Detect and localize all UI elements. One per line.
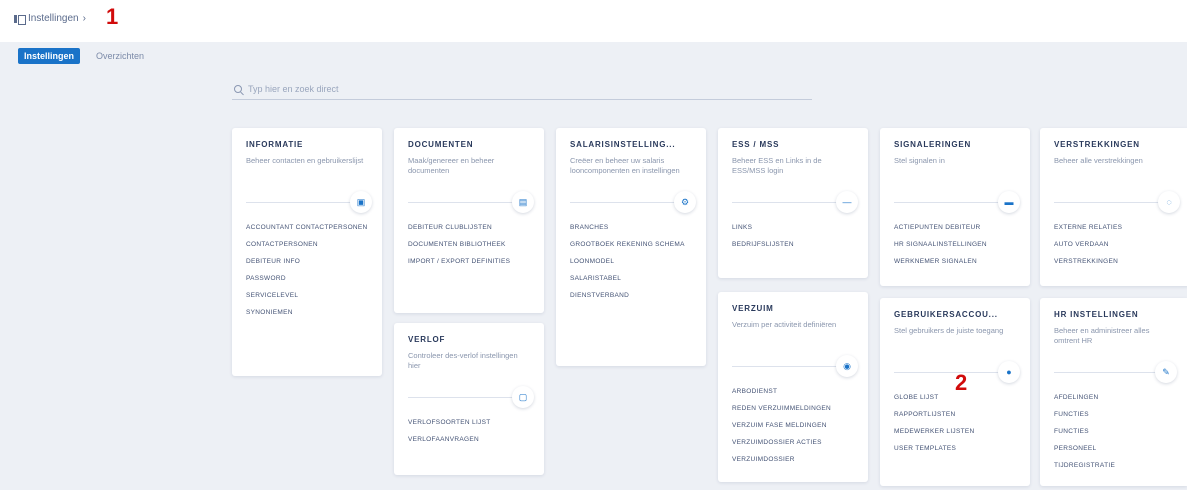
- card-description: Stel signalen in: [894, 156, 945, 165]
- card-links: AFDELINGEN FUNCTIES FUNCTIES PERSONEEL T…: [1054, 394, 1173, 470]
- card-link[interactable]: AFDELINGEN: [1054, 394, 1173, 402]
- card-link[interactable]: VERZUIM FASE MELDINGEN: [732, 422, 854, 430]
- gear-icon: ⚙: [674, 191, 696, 213]
- tab-instellingen[interactable]: Instellingen: [18, 48, 81, 64]
- card-ess-mss[interactable]: ESS / MSS Beheer ESS en Links in de ESS/…: [718, 128, 868, 278]
- card-link[interactable]: SALARISTABEL: [570, 275, 692, 283]
- card-verstrekkingen[interactable]: VERSTREKKINGEN Beheer alle verstrekkinge…: [1040, 128, 1187, 286]
- minus-icon: —: [836, 191, 858, 213]
- card-link[interactable]: MEDEWERKER LIJSTEN: [894, 428, 1016, 436]
- user-icon: ●: [998, 361, 1020, 383]
- tab-bar: Instellingen Overzichten: [0, 42, 1187, 70]
- card-link[interactable]: EXTERNE RELATIES: [1054, 224, 1176, 232]
- calendar-icon: ▢: [512, 386, 534, 408]
- card-link[interactable]: VERLOFSOORTEN LIJST: [408, 419, 530, 427]
- card-links: EXTERNE RELATIES AUTO VERDAAN VERSTREKKI…: [1054, 224, 1176, 266]
- book-icon: [14, 14, 26, 25]
- card-link[interactable]: ARBODIENST: [732, 388, 854, 396]
- chevron-down-icon[interactable]: ›: [83, 13, 86, 24]
- card-description: Verzuim per activiteit definiëren: [732, 320, 837, 329]
- card-title: VERZUIM: [732, 304, 774, 313]
- card-link[interactable]: WERKNEMER SIGNALEN: [894, 258, 1016, 266]
- card-link[interactable]: DEBITEUR INFO: [246, 258, 368, 266]
- card-informatie[interactable]: INFORMATIE Beheer contacten en gebruiker…: [232, 128, 382, 376]
- card-links: ARBODIENST REDEN VERZUIMMELDINGEN VERZUI…: [732, 388, 854, 464]
- card-description: Beheer en administreer alles omtrent HR: [1054, 326, 1150, 345]
- card-links: VERLOFSOORTEN LIJST VERLOFAANVRAGEN: [408, 419, 530, 444]
- card-links: ACTIEPUNTEN DEBITEUR HR SIGNAALINSTELLIN…: [894, 224, 1016, 266]
- card-link[interactable]: TIJDREGISTRATIE: [1054, 462, 1173, 470]
- breadcrumb-label[interactable]: Instellingen: [28, 13, 79, 24]
- card-link[interactable]: CONTACTPERSONEN: [246, 241, 368, 249]
- annotation-number-2: 2: [955, 370, 968, 395]
- card-link[interactable]: VERZUIMDOSSIER ACTIES: [732, 439, 854, 447]
- card-signaleringen[interactable]: SIGNALERINGEN Stel signalen in ▬ ACTIEPU…: [880, 128, 1030, 286]
- card-description: Stel gebruikers de juiste toegang: [894, 326, 1004, 335]
- card-link[interactable]: LINKS: [732, 224, 854, 232]
- card-links: BRANCHES GROOTBOEK REKENING SCHEMA LOONM…: [570, 224, 692, 300]
- card-links: LINKS BEDRIJFSLIJSTEN: [732, 224, 854, 249]
- card-links: GLOBE LIJST RAPPORTLIJSTEN MEDEWERKER LI…: [894, 394, 1016, 453]
- document-icon: ▤: [512, 191, 534, 213]
- card-verlof[interactable]: VERLOF Controleer des-verlof instellinge…: [394, 323, 544, 475]
- annotation-number-1: 1: [106, 4, 119, 29]
- card-link[interactable]: FUNCTIES: [1054, 411, 1173, 419]
- card-description: Maak/genereer en beheer documenten: [408, 156, 495, 175]
- eye-icon: ◉: [836, 355, 858, 377]
- card-documenten[interactable]: DOCUMENTEN Maak/genereer en beheer docum…: [394, 128, 544, 313]
- card-description: Beheer ESS en Links in de ESS/MSS login: [732, 156, 822, 175]
- card-hr-instellingen[interactable]: HR INSTELLINGEN Beheer en administreer a…: [1040, 298, 1187, 486]
- card-links: DEBITEUR CLUBLIJSTEN DOCUMENTEN BIBLIOTH…: [408, 224, 530, 266]
- card-title: ESS / MSS: [732, 140, 780, 149]
- card-link[interactable]: PASSWORD: [246, 275, 368, 283]
- card-title: SIGNALERINGEN: [894, 140, 972, 149]
- card-link[interactable]: BRANCHES: [570, 224, 692, 232]
- tab-overzichten[interactable]: Overzichten: [90, 48, 150, 64]
- card-link[interactable]: LOONMODEL: [570, 258, 692, 266]
- id-card-icon: ▣: [350, 191, 372, 213]
- card-links: ACCOUNTANT CONTACTPERSONEN CONTACTPERSON…: [246, 224, 368, 317]
- card-link[interactable]: DOCUMENTEN BIBLIOTHEEK: [408, 241, 530, 249]
- card-description: Creëer en beheer uw salaris looncomponen…: [570, 156, 680, 175]
- card-link[interactable]: SERVICELEVEL: [246, 292, 368, 300]
- card-link[interactable]: HR SIGNAALINSTELLINGEN: [894, 241, 1016, 249]
- card-salarisinstellingen[interactable]: SALARISINSTELLING... Creëer en beheer uw…: [556, 128, 706, 366]
- card-title: SALARISINSTELLING...: [570, 140, 676, 149]
- card-link[interactable]: FUNCTIES: [1054, 428, 1173, 436]
- card-link[interactable]: PERSONEEL: [1054, 445, 1173, 453]
- card-title: DOCUMENTEN: [408, 140, 474, 149]
- card-title: GEBRUIKERSACCOU...: [894, 310, 998, 319]
- card-title: VERSTREKKINGEN: [1054, 140, 1140, 149]
- card-title: INFORMATIE: [246, 140, 304, 149]
- card-description: Controleer des-verlof instellingen hier: [408, 351, 518, 370]
- car-icon: ▬: [998, 191, 1020, 213]
- card-description: Beheer alle verstrekkingen: [1054, 156, 1143, 165]
- card-verzuim[interactable]: VERZUIM Verzuim per activiteit definiëre…: [718, 292, 868, 482]
- search-input[interactable]: [248, 83, 748, 94]
- card-title: VERLOF: [408, 335, 446, 344]
- card-link[interactable]: REDEN VERZUIMMELDINGEN: [732, 405, 854, 413]
- card-link[interactable]: VERZUIMDOSSIER: [732, 456, 854, 464]
- card-link[interactable]: BEDRIJFSLIJSTEN: [732, 241, 854, 249]
- card-link[interactable]: SYNONIEMEN: [246, 309, 368, 317]
- card-link[interactable]: IMPORT / EXPORT DEFINITIES: [408, 258, 530, 266]
- search-bar: [232, 78, 812, 100]
- card-link[interactable]: RAPPORTLIJSTEN: [894, 411, 1016, 419]
- card-link[interactable]: GROOTBOEK REKENING SCHEMA: [570, 241, 692, 249]
- lightbulb-icon: ◌: [1158, 191, 1180, 213]
- search-icon: [234, 84, 242, 93]
- card-link[interactable]: VERSTREKKINGEN: [1054, 258, 1176, 266]
- breadcrumb[interactable]: Instellingen ›: [14, 13, 86, 25]
- card-link[interactable]: AUTO VERDAAN: [1054, 241, 1176, 249]
- card-link[interactable]: DIENSTVERBAND: [570, 292, 692, 300]
- card-link[interactable]: DEBITEUR CLUBLIJSTEN: [408, 224, 530, 232]
- card-description: Beheer contacten en gebruikerslijst: [246, 156, 364, 165]
- card-link[interactable]: VERLOFAANVRAGEN: [408, 436, 530, 444]
- wrench-icon: ✎: [1155, 361, 1177, 383]
- card-link[interactable]: ACTIEPUNTEN DEBITEUR: [894, 224, 1016, 232]
- card-link[interactable]: ACCOUNTANT CONTACTPERSONEN: [246, 224, 368, 232]
- card-link[interactable]: USER TEMPLATES: [894, 445, 1016, 453]
- card-title: HR INSTELLINGEN: [1054, 310, 1139, 319]
- top-bar: Instellingen › 1: [0, 0, 1187, 42]
